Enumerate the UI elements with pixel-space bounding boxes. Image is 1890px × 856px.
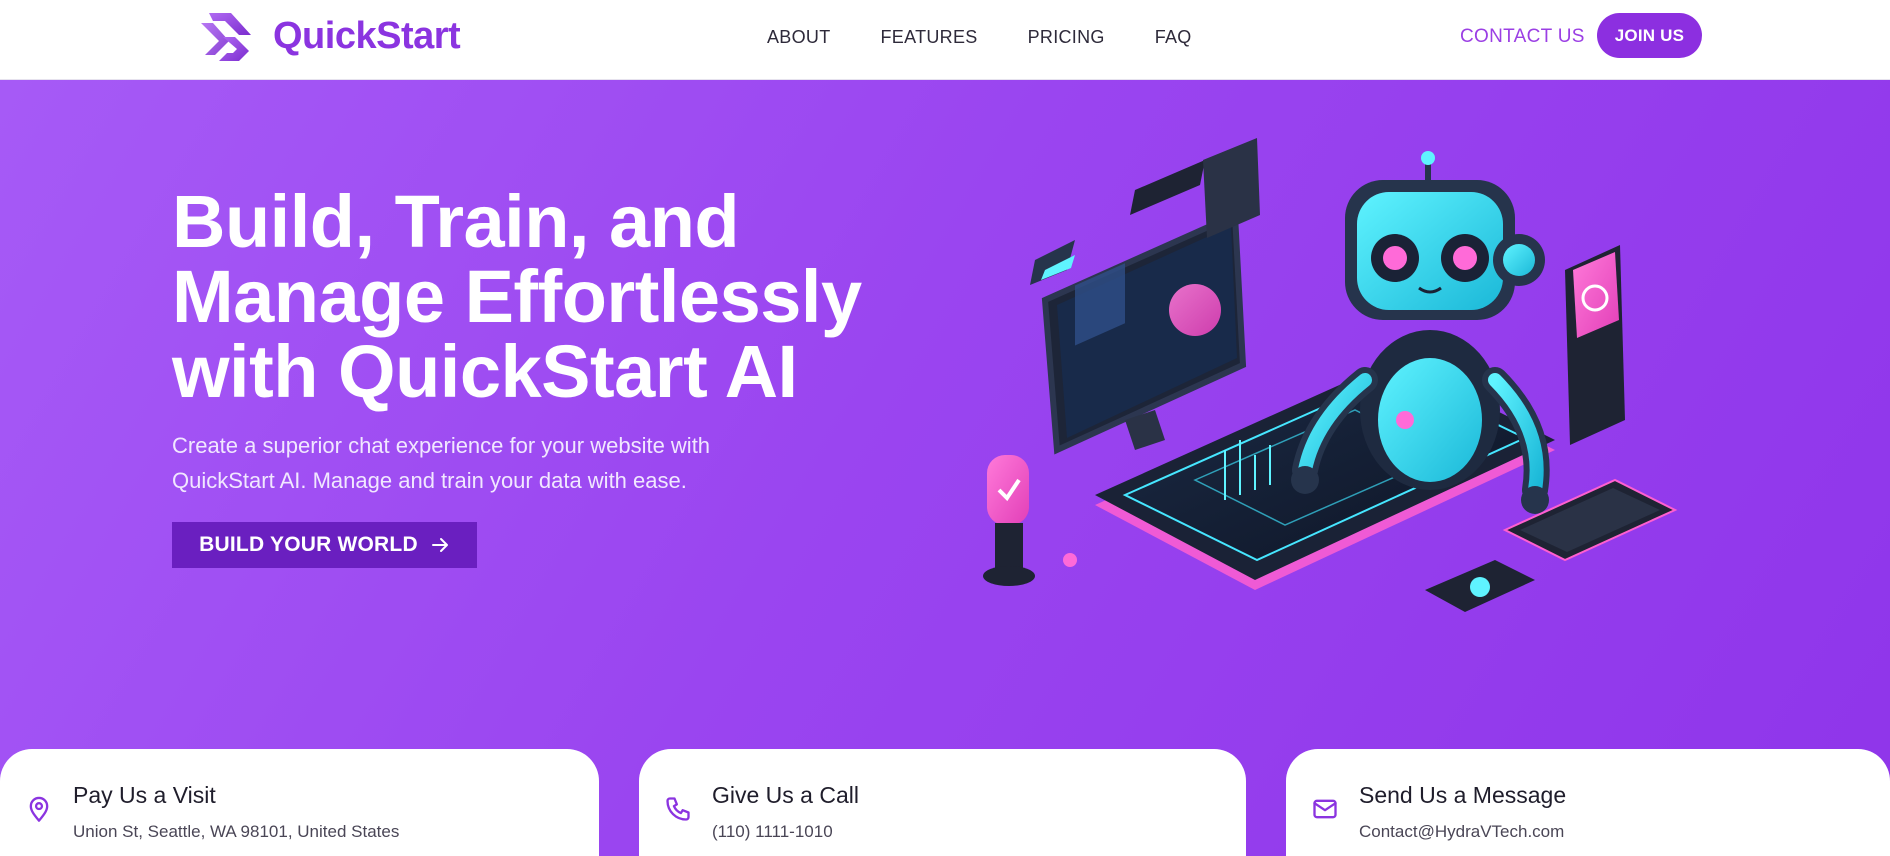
card-title: Give Us a Call [712,782,859,808]
card-title: Send Us a Message [1359,782,1567,808]
contact-card-message: Send Us a Message Contact@HydraVTech.com [1286,749,1890,856]
brand-logo[interactable]: QuickStart [195,6,461,66]
hero-title: Build, Train, and Manage Effortlessly wi… [172,184,932,409]
contact-card-call: Give Us a Call (110) 1111-1010 [639,749,1246,856]
contact-card-visit: Pay Us a Visit Union St, Seattle, WA 981… [0,749,599,856]
side-panel [1565,245,1625,445]
robot-illustration [983,138,1678,612]
hero-subtitle-line: QuickStart AI. Manage and train your dat… [172,468,687,493]
join-us-button[interactable]: JOIN US [1597,13,1702,58]
main-nav: ABOUT FEATURES PRICING FAQ [767,27,1192,48]
nav-features[interactable]: FEATURES [881,27,978,48]
brand-logo-icon [201,13,251,61]
build-your-world-button[interactable]: BUILD YOUR WORLD [172,522,477,568]
monitor [1041,210,1247,455]
brand-name: QuickStart [273,14,461,57]
small-device [1425,560,1535,612]
location-pin-icon [25,795,53,823]
nav-faq[interactable]: FAQ [1155,27,1192,48]
hero-subtitle-line: Create a superior chat experience for yo… [172,433,711,458]
card-title: Pay Us a Visit [73,782,216,808]
card-detail[interactable]: (110) 1111-1010 [712,822,833,842]
phone-icon [664,795,692,823]
card-detail: Union St, Seattle, WA 98101, United Stat… [73,822,400,841]
hero-section: Build, Train, and Manage Effortlessly wi… [0,80,1890,856]
arrow-right-icon [431,538,448,552]
nav-pricing[interactable]: PRICING [1028,27,1105,48]
hero-subtitle: Create a superior chat experience for yo… [172,428,772,498]
site-header: QuickStart ABOUT FEATURES PRICING FAQ CO… [0,0,1890,80]
hero-title-line: Manage Effortlessly [172,255,862,338]
cta-label: BUILD YOUR WORLD [199,533,418,556]
hero-title-line: Build, Train, and [172,180,740,263]
hero-title-line: with QuickStart AI [172,330,798,413]
pink-cup [983,455,1035,586]
contact-us-link[interactable]: CONTACT US [1460,26,1585,48]
nav-about[interactable]: ABOUT [767,27,831,48]
card-detail[interactable]: Contact@HydraVTech.com [1359,822,1564,842]
mail-icon [1311,795,1339,823]
